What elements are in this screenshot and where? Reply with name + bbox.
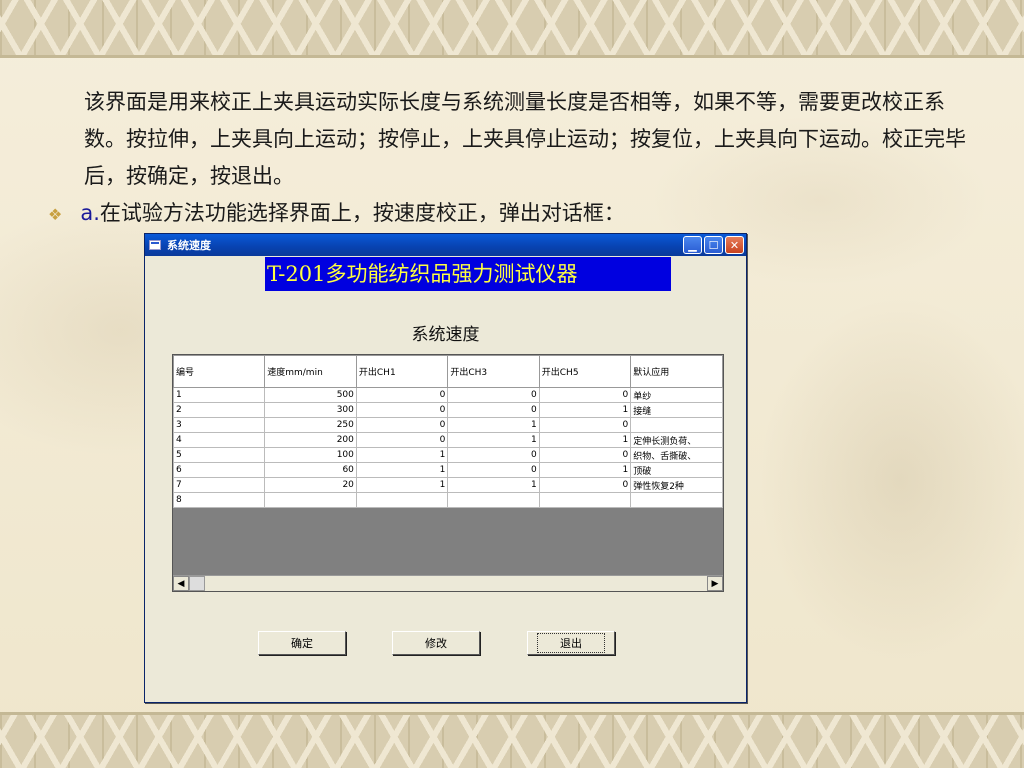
cell-ch5[interactable]	[538, 492, 632, 508]
ok-button-label: 确定	[291, 637, 313, 650]
cell-speed[interactable]: 100	[264, 447, 357, 463]
cell-speed[interactable]: 500	[264, 387, 357, 403]
speed-grid[interactable]: 编号 速度mm/min 开出CH1 开出CH3 开出CH5 默认应用 1 500…	[172, 354, 724, 592]
minimize-button[interactable]: ▁	[683, 236, 702, 254]
table-row[interactable]: 6 60 1 0 1 顶破	[172, 462, 723, 478]
cell-speed[interactable]: 60	[264, 462, 357, 478]
top-decorative-border	[0, 0, 1024, 58]
table-row[interactable]: 4 200 0 1 1 定伸长测负荷、	[172, 432, 723, 448]
cell-ch3[interactable]	[447, 492, 540, 508]
cell-speed[interactable]: 300	[264, 402, 357, 418]
table-row[interactable]: 5 100 1 0 0 织物、舌撕破、	[172, 447, 723, 463]
cell-ch5[interactable]: 1	[538, 402, 632, 418]
table-row[interactable]: 7 20 1 1 0 弹性恢复2种	[172, 477, 723, 493]
col-header-default-app[interactable]: 默认应用	[630, 355, 723, 388]
cell-ch1[interactable]: 1	[355, 447, 449, 463]
maximize-icon: ☐	[708, 238, 719, 252]
cell-id[interactable]: 2	[172, 402, 266, 418]
table-header-row: 编号 速度mm/min 开出CH1 开出CH3 开出CH5 默认应用	[172, 355, 723, 388]
ok-button[interactable]: 确定	[258, 631, 346, 655]
cell-default-app[interactable]: 定伸长测负荷、	[630, 432, 723, 448]
modify-button-label: 修改	[425, 637, 447, 650]
bullet-text: 在试验方法功能选择界面上，按速度校正，弹出对话框：	[99, 201, 625, 225]
bottom-decorative-border	[0, 712, 1024, 768]
cell-ch3[interactable]: 1	[447, 477, 540, 493]
cell-id[interactable]: 4	[172, 432, 266, 448]
cell-ch3[interactable]: 1	[447, 417, 540, 433]
table-row[interactable]: 3 250 0 1 0	[172, 417, 723, 433]
table-row[interactable]: 2 300 0 0 1 接缝	[172, 402, 723, 418]
cell-ch5[interactable]: 0	[538, 417, 632, 433]
dialog-titlebar[interactable]: 系统速度 ▁ ☐ ✕	[145, 234, 746, 256]
cell-ch3[interactable]: 0	[447, 447, 540, 463]
scroll-left-button[interactable]: ◀	[173, 576, 189, 591]
cell-ch1[interactable]: 0	[355, 432, 449, 448]
cell-default-app[interactable]: 单纱	[630, 387, 723, 403]
scroll-thumb[interactable]	[189, 576, 205, 591]
scroll-right-button[interactable]: ▶	[707, 576, 723, 591]
cell-id[interactable]: 7	[172, 477, 266, 493]
dialog-title: 系统速度	[167, 239, 211, 252]
modify-button[interactable]: 修改	[392, 631, 480, 655]
col-header-id[interactable]: 编号	[172, 355, 266, 388]
cell-default-app[interactable]	[630, 417, 723, 433]
minimize-icon: ▁	[688, 238, 697, 252]
cell-ch5[interactable]: 1	[538, 462, 632, 478]
cell-ch3[interactable]: 0	[447, 462, 540, 478]
arrow-right-icon: ▶	[711, 578, 719, 589]
cell-ch1[interactable]: 1	[355, 477, 449, 493]
cell-ch3[interactable]: 1	[447, 432, 540, 448]
bullet-line: ❖ a.在试验方法功能选择界面上，按速度校正，弹出对话框：	[48, 198, 625, 230]
cell-ch1[interactable]: 0	[355, 387, 449, 403]
cell-id[interactable]: 1	[172, 387, 266, 403]
arrow-left-icon: ◀	[177, 578, 185, 589]
speed-heading: 系统速度	[411, 325, 480, 345]
cell-ch1[interactable]: 0	[355, 402, 449, 418]
cell-ch5[interactable]: 1	[538, 432, 632, 448]
col-header-ch1[interactable]: 开出CH1	[355, 355, 449, 388]
diamond-bullet-icon: ❖	[48, 205, 63, 224]
exit-button-label: 退出	[537, 633, 605, 653]
description-paragraph: 该界面是用来校正上夹具运动实际长度与系统测量长度是否相等，如果不等，需要更改校正…	[84, 90, 966, 188]
instrument-banner: T-201多功能纺织品强力测试仪器	[265, 257, 671, 291]
cell-default-app[interactable]: 接缝	[630, 402, 723, 418]
cell-id[interactable]: 6	[172, 462, 266, 478]
cell-speed[interactable]: 20	[264, 477, 357, 493]
cell-ch5[interactable]: 0	[538, 387, 632, 403]
col-header-speed[interactable]: 速度mm/min	[264, 355, 357, 388]
bullet-prefix: a.	[80, 201, 100, 225]
horizontal-scrollbar[interactable]: ◀ ▶	[173, 575, 723, 591]
table-row[interactable]: 1 500 0 0 0 单纱	[172, 387, 723, 403]
cell-id[interactable]: 5	[172, 447, 266, 463]
table-row[interactable]: 8	[172, 492, 723, 508]
cell-default-app[interactable]	[630, 492, 723, 508]
cell-ch5[interactable]: 0	[538, 477, 632, 493]
cell-ch1[interactable]	[355, 492, 449, 508]
cell-ch3[interactable]: 0	[447, 402, 540, 418]
cell-ch1[interactable]: 0	[355, 417, 449, 433]
cell-ch1[interactable]: 1	[355, 462, 449, 478]
close-button[interactable]: ✕	[725, 236, 744, 254]
maximize-button[interactable]: ☐	[704, 236, 723, 254]
system-speed-dialog: 系统速度 ▁ ☐ ✕ T-201多功能纺织品强力测试仪器 系统速度 编号 速度m…	[144, 233, 747, 703]
cell-speed[interactable]: 200	[264, 432, 357, 448]
col-header-ch5[interactable]: 开出CH5	[538, 355, 632, 388]
cell-speed[interactable]	[264, 492, 357, 508]
col-header-ch3[interactable]: 开出CH3	[447, 355, 540, 388]
cell-id[interactable]: 3	[172, 417, 266, 433]
cell-default-app[interactable]: 弹性恢复2种	[630, 477, 723, 493]
cell-speed[interactable]: 250	[264, 417, 357, 433]
cell-default-app[interactable]: 织物、舌撕破、	[630, 447, 723, 463]
cell-default-app[interactable]: 顶破	[630, 462, 723, 478]
cell-id[interactable]: 8	[172, 492, 266, 508]
cell-ch5[interactable]: 0	[538, 447, 632, 463]
close-icon: ✕	[729, 238, 740, 252]
exit-button[interactable]: 退出	[527, 631, 615, 655]
window-icon	[149, 240, 161, 250]
cell-ch3[interactable]: 0	[447, 387, 540, 403]
speed-table: 编号 速度mm/min 开出CH1 开出CH3 开出CH5 默认应用 1 500…	[172, 355, 723, 508]
